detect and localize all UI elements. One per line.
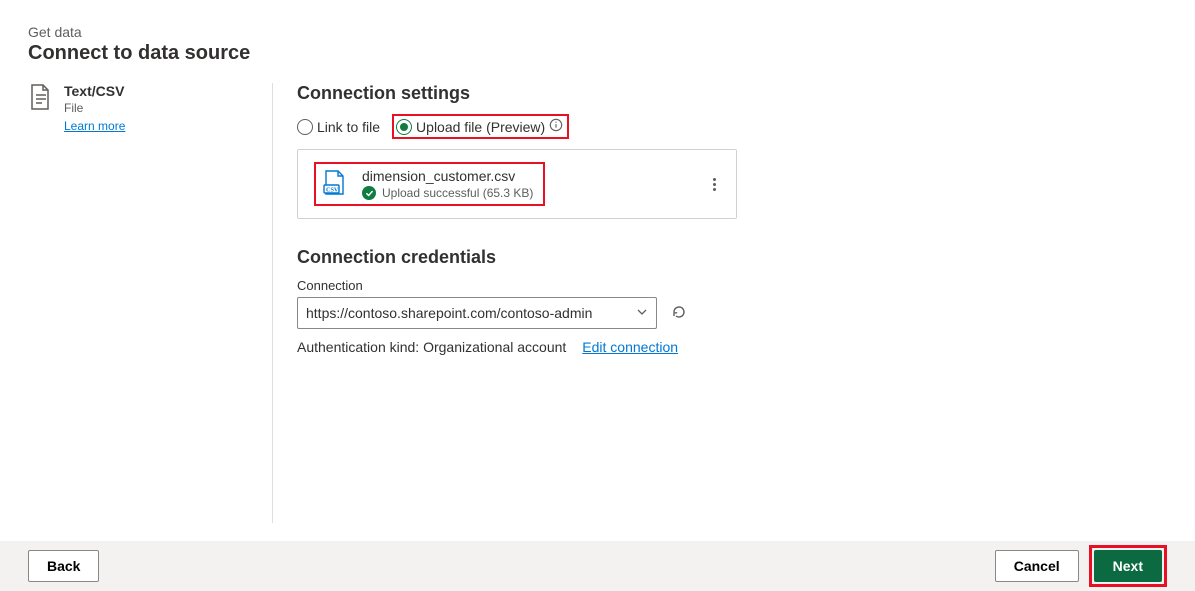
refresh-icon[interactable]: [671, 304, 687, 323]
source-subtitle: File: [64, 101, 125, 115]
back-button[interactable]: Back: [28, 550, 99, 582]
document-icon: [28, 83, 52, 540]
radio-upload-file[interactable]: Upload file (Preview): [396, 119, 545, 135]
vertical-divider: [272, 83, 273, 523]
next-button[interactable]: Next: [1094, 550, 1162, 582]
radio-upload-label: Upload file (Preview): [416, 119, 545, 135]
radio-link-to-file[interactable]: Link to file: [297, 119, 380, 135]
highlight-upload-option: Upload file (Preview): [392, 114, 569, 139]
more-options-icon[interactable]: [709, 174, 720, 195]
cancel-button[interactable]: Cancel: [995, 550, 1079, 582]
breadcrumb: Get data: [28, 24, 1167, 40]
learn-more-link[interactable]: Learn more: [64, 119, 125, 133]
source-summary: Text/CSV File Learn more: [28, 83, 248, 540]
chevron-down-icon: [636, 305, 648, 321]
highlight-file-info: CSV dimension_customer.csv Upload succes…: [314, 162, 545, 206]
connection-dropdown[interactable]: https://contoso.sharepoint.com/contoso-a…: [297, 297, 657, 329]
uploaded-file-card: CSV dimension_customer.csv Upload succes…: [297, 149, 737, 219]
csv-file-icon: CSV: [320, 169, 348, 200]
connection-value: https://contoso.sharepoint.com/contoso-a…: [306, 305, 592, 321]
radio-link-label: Link to file: [317, 119, 380, 135]
connection-field-label: Connection: [297, 278, 767, 293]
file-status: Upload successful (65.3 KB): [382, 186, 533, 200]
highlight-next-button: Next: [1089, 545, 1167, 587]
page-title: Connect to data source: [28, 42, 1167, 65]
source-name: Text/CSV: [64, 83, 125, 99]
edit-connection-link[interactable]: Edit connection: [582, 339, 678, 355]
success-check-icon: [362, 186, 376, 200]
connection-settings-title: Connection settings: [297, 83, 767, 104]
connection-credentials-title: Connection credentials: [297, 247, 767, 268]
file-name: dimension_customer.csv: [362, 168, 533, 184]
auth-kind-text: Authentication kind: Organizational acco…: [297, 339, 566, 355]
svg-text:CSV: CSV: [326, 186, 339, 193]
info-icon[interactable]: [549, 118, 563, 135]
dialog-footer: Back Cancel Next: [0, 541, 1195, 591]
